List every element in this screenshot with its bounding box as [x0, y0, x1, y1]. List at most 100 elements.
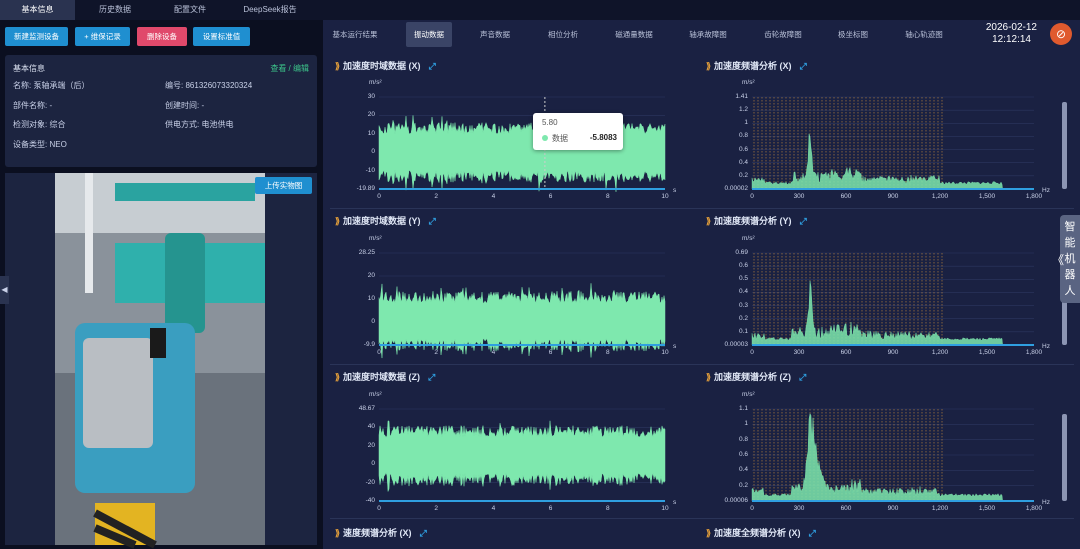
y-unit-label: m/s²	[369, 79, 382, 86]
x-tick-label: 10	[661, 505, 669, 512]
tab-config-file[interactable]: 配置文件	[155, 0, 225, 20]
y-tick-label: 1.41	[735, 93, 748, 100]
x-tick-label: 1,800	[1025, 505, 1043, 512]
robot-char: 智	[1064, 221, 1076, 233]
flame-icon: ⟫	[706, 216, 712, 226]
y-tick-label: 0.2	[738, 481, 748, 489]
x-axis-bar	[379, 188, 665, 190]
field-device-type: 设备类型: NEO	[13, 140, 67, 149]
y-tick-label: 10	[367, 295, 375, 302]
subtab-flux[interactable]: 磁通量数据	[608, 22, 660, 47]
y-tick-label: 1.1	[738, 405, 748, 412]
subtab-run-result[interactable]: 基本运行结果	[326, 22, 384, 47]
chart-title-accel-time-y: ⟫ 加速度时域数据 (Y) ⤢	[335, 216, 436, 226]
chart-plot[interactable]	[751, 252, 1067, 346]
chart-title-accel-spec-y: ⟫ 加速度频谱分析 (Y) ⤢	[706, 216, 807, 226]
x-axis-bar	[752, 344, 1034, 346]
field-power-mode: 供电方式: 电池供电	[165, 120, 234, 129]
zoom-scroll-handle	[1062, 414, 1067, 501]
subtab-bearing-fault[interactable]: 轴承故障图	[682, 22, 734, 47]
subtab-sound[interactable]: 声音数据	[472, 22, 518, 47]
y-tick-label: 28.25	[358, 249, 375, 256]
x-tick-label: 0	[377, 505, 381, 512]
expand-icon[interactable]: ⤢	[428, 372, 435, 382]
y-tick-label: 0.4	[738, 158, 748, 166]
new-device-button[interactable]: 新建监测设备	[5, 27, 68, 46]
x-axis-bar	[379, 500, 665, 502]
y-tick-label: 20	[367, 111, 375, 119]
tab-history-data[interactable]: 历史数据	[75, 0, 155, 20]
chart-title-accel-time-x: ⟫ 加速度时域数据 (X) ⤢	[335, 61, 436, 71]
y-tick-label: 0.4	[738, 466, 748, 474]
x-tick-label: 1,200	[931, 349, 949, 356]
y-tick-label: -20	[365, 478, 375, 486]
alert-icon[interactable]: ⊘	[1050, 23, 1072, 45]
expand-icon[interactable]: ⤢	[429, 61, 436, 71]
x-tick-label: 2	[434, 505, 438, 512]
y-tick-label: -40	[365, 497, 375, 504]
y-unit-label: m/s²	[369, 235, 382, 242]
date-text: 2026-02-12	[985, 22, 1037, 33]
chart-plot[interactable]	[751, 408, 1067, 502]
series-area	[751, 133, 1003, 190]
x-tick-label: 10	[661, 193, 669, 200]
x-tick-label: 600	[840, 193, 852, 200]
x-tick-label: 0	[377, 193, 381, 200]
expand-icon[interactable]: ⤢	[799, 372, 806, 382]
chart-title-accel-spec-x: ⟫ 加速度频谱分析 (X) ⤢	[706, 61, 807, 71]
set-standard-button[interactable]: 设置标准值	[193, 27, 250, 46]
y-tick-label: -9.9	[363, 341, 375, 348]
y-tick-label: 1	[744, 119, 748, 127]
chart-title-accel-time-z: ⟫ 加速度时域数据 (Z) ⤢	[335, 372, 436, 382]
delete-device-button[interactable]: 删除设备	[137, 27, 187, 46]
y-tick-label: 0.2	[738, 171, 748, 179]
expand-icon[interactable]: ⤢	[800, 216, 807, 226]
tab-basic-info[interactable]: 基本信息	[0, 0, 75, 20]
collapse-left-icon[interactable]: ◀	[0, 276, 9, 304]
tooltip-x: 5.80	[542, 118, 558, 127]
flame-icon: ⟫	[706, 61, 712, 71]
y-tick-label: 0.00003	[724, 341, 749, 348]
y-unit-label: m/s²	[742, 391, 755, 398]
chart-plot[interactable]	[751, 96, 1067, 190]
subtab-gear-fault[interactable]: 齿轮故障图	[757, 22, 809, 47]
expand-icon[interactable]: ⤢	[429, 216, 436, 226]
maintenance-record-button[interactable]: + 维保记录	[75, 27, 130, 46]
x-tick-label: 6	[548, 193, 553, 200]
expand-robot-icon[interactable]: 《	[1052, 251, 1064, 268]
tooltip-series-dot	[542, 135, 548, 141]
y-tick-label: 0	[371, 148, 375, 156]
top-tab-bar: 基本信息 历史数据 配置文件 DeepSeek报告	[0, 0, 1080, 20]
field-name: 名称: 泵轴承端（后）	[13, 81, 90, 90]
y-tick-label: 0.8	[738, 435, 748, 443]
x-tick-label: 900	[887, 349, 899, 356]
view-edit-link[interactable]: 查看 / 编辑	[270, 63, 309, 74]
y-tick-label: 0.1	[738, 327, 748, 335]
chart-plot[interactable]	[378, 252, 666, 359]
subtab-vibration[interactable]: 振动数据	[406, 22, 452, 47]
x-tick-label: 900	[887, 193, 899, 200]
expand-icon[interactable]: ⤢	[800, 61, 807, 71]
x-axis-bar	[752, 500, 1034, 502]
field-created-time: 创建时间: -	[165, 101, 205, 110]
flame-icon: ⟫	[706, 528, 712, 538]
subtab-phase[interactable]: 相位分析	[540, 22, 586, 47]
x-tick-label: 4	[491, 349, 496, 356]
y-tick-label: 1	[744, 420, 748, 428]
chart-plot[interactable]	[378, 408, 666, 502]
x-tick-label: 1,200	[931, 505, 949, 512]
subtab-orbit[interactable]: 轴心轨迹图	[898, 22, 950, 47]
tab-deepseek-report[interactable]: DeepSeek报告	[225, 0, 315, 20]
field-part-name: 部件名称: -	[13, 101, 53, 110]
expand-icon[interactable]: ⤢	[809, 528, 816, 538]
subtab-polar[interactable]: 极坐标图	[830, 22, 876, 47]
x-tick-label: 300	[793, 349, 805, 356]
upload-photo-button[interactable]: 上传实物图	[255, 177, 312, 194]
x-tick-label: 2	[434, 193, 438, 200]
x-tick-label: 8	[605, 505, 610, 512]
field-detect-object: 检测对象: 综合	[13, 120, 66, 129]
device-photo	[55, 173, 265, 549]
x-tick-label: 4	[491, 505, 496, 512]
expand-icon[interactable]: ⤢	[420, 528, 427, 538]
basic-info-card: 基本信息 查看 / 编辑 名称: 泵轴承端（后） 编号: 86132607332…	[5, 55, 317, 167]
